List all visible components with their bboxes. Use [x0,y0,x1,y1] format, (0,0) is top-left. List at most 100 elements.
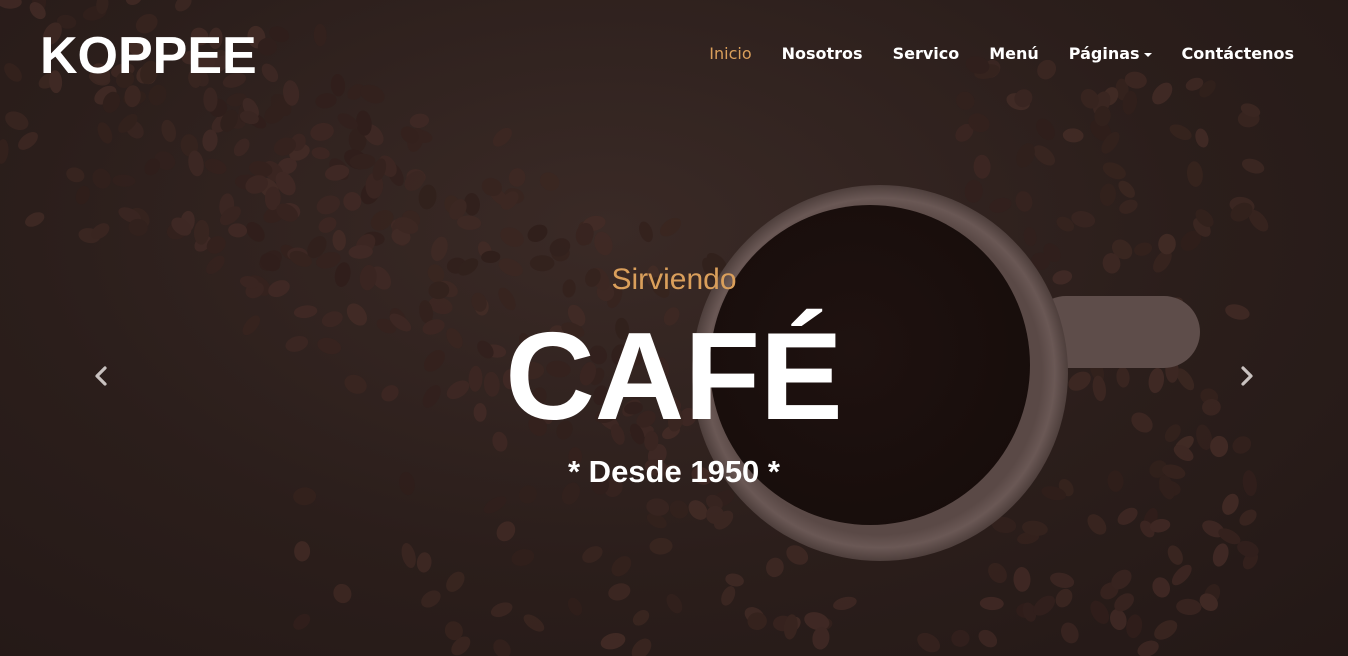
hero-kicker: Sirviendo [611,263,737,296]
nav-item-nosotros[interactable]: Nosotros [782,44,863,63]
coffee-bean [973,154,991,179]
chevron-right-icon [1241,366,1253,386]
coffee-bean [611,556,632,577]
coffee-bean [511,548,535,567]
nav-item-label: Páginas [1068,44,1140,63]
nav-item-label: Contáctenos [1181,44,1294,63]
brand-logo[interactable]: KOPPEE [40,26,257,86]
coffee-bean [1060,622,1079,644]
coffee-bean [632,609,650,626]
nav-item-label: Nosotros [781,44,863,63]
coffee-bean [917,632,941,653]
coffee-bean [500,227,524,247]
coffee-bean [594,231,613,256]
coffee-bean [539,172,560,191]
coffee-bean [660,217,682,237]
nav-item-inicio[interactable]: Inicio [709,44,751,63]
coffee-bean [1169,124,1192,141]
carousel-prev-button[interactable] [85,360,117,392]
coffee-bean [766,557,784,578]
coffee-bean [97,122,113,144]
coffee-bean [508,168,526,187]
coffee-bean [1023,227,1037,247]
carousel-next-button[interactable] [1231,360,1263,392]
coffee-bean [608,583,631,601]
coffee-bean [567,597,583,616]
coffee-bean [1239,509,1257,526]
coffee-bean [316,195,341,215]
coffee-bean [92,168,111,189]
coffee-bean [1099,183,1116,206]
coffee-bean [1062,128,1084,143]
coffee-bean [490,602,513,618]
coffee-bean [1013,567,1031,592]
coffee-bean [343,192,362,211]
hero-tagline: * Desde 1950 * [568,454,780,489]
coffee-bean [600,632,626,650]
coffee-bean [431,236,448,262]
coffee-bean [112,174,136,187]
coffee-bean [666,593,683,614]
coffee-bean [639,221,653,243]
coffee-bean [1087,514,1107,535]
coffee-bean [294,541,311,562]
hero-carousel: KOPPEE Inicio Nosotros Servico Menú Pági… [0,0,1348,656]
coffee-bean [418,184,437,210]
coffee-bean [228,223,248,238]
coffee-bean [0,139,9,164]
coffee-bean [631,638,652,656]
nav-item-contactenos[interactable]: Contáctenos [1182,44,1294,63]
coffee-bean [669,500,689,519]
coffee-bean [1119,199,1138,214]
coffee-bean [409,113,430,128]
coffee-bean [1154,620,1178,640]
coffee-bean [725,573,744,587]
coffee-bean [1117,507,1138,525]
coffee-bean [989,197,1012,213]
coffee-bean [492,127,512,147]
coffee-bean [1158,233,1176,255]
nav-item-servico[interactable]: Servico [893,44,960,63]
coffee-bean [1036,118,1055,141]
coffee-bean [446,571,465,592]
nav-item-menu[interactable]: Menú [989,44,1039,63]
coffee-bean [1050,572,1075,589]
coffee-bean [1016,143,1035,168]
coffee-bean [978,629,998,648]
coffee-bean [1195,128,1209,148]
hero-headline: CAFÉ [505,308,843,446]
coffee-bean [1176,598,1202,616]
nav-item-label: Menú [989,44,1039,63]
coffee-bean [527,224,548,242]
coffee-bean [1090,600,1110,624]
coffee-bean [988,562,1007,584]
coffee-bean [1212,543,1229,567]
coffee-bean [1137,640,1159,656]
nav-item-paginas-dropdown[interactable]: Páginas [1069,44,1152,63]
coffee-bean [493,639,511,656]
coffee-bean [979,596,1004,611]
coffee-bean [721,586,736,606]
nav-menu: Inicio Nosotros Servico Menú Páginas Con… [709,44,1294,63]
coffee-bean [1186,161,1203,187]
coffee-bean [1167,545,1183,565]
nav-item-label: Servico [892,44,960,63]
coffee-bean [496,521,516,542]
chevron-left-icon [95,366,107,386]
coffee-bean [1171,564,1192,586]
coffee-bean [332,229,346,251]
coffee-bean [311,147,330,160]
coffee-bean [951,629,970,647]
coffee-bean [964,179,983,203]
coffee-bean [833,596,857,611]
coffee-bean [416,552,432,573]
coffee-bean [1055,588,1073,608]
coffee-bean [18,131,38,150]
coffee-bean [523,614,545,632]
coffee-bean [1222,493,1239,515]
coffee-bean [1134,242,1153,256]
coffee-bean [333,583,352,604]
coffee-bean [1102,162,1126,180]
coffee-bean [483,496,507,514]
coffee-bean [204,158,227,175]
